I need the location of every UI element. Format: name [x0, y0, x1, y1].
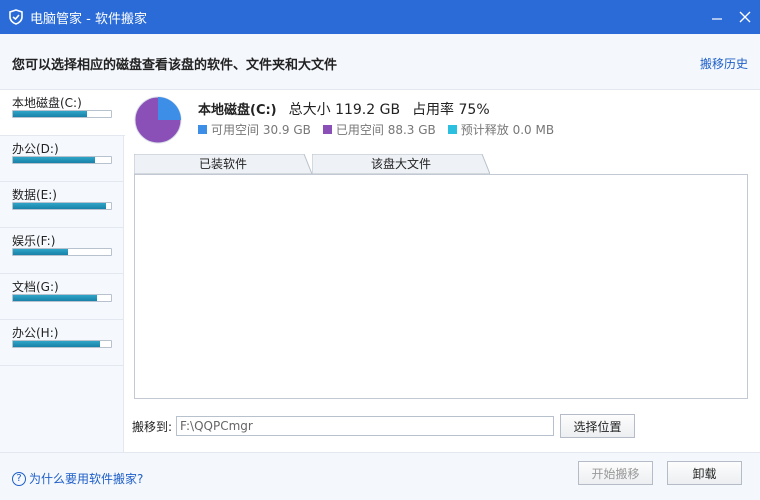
footer: ? 为什么要用软件搬家? 开始搬移 卸载	[0, 452, 760, 500]
start-move-button[interactable]: 开始搬移	[578, 461, 653, 485]
drive-label: 文档(G:)	[12, 280, 59, 294]
disk-total-size: 总大小 119.2 GB	[288, 102, 401, 118]
drive-usage-fill	[13, 157, 96, 163]
uninstall-button[interactable]: 卸载	[667, 461, 742, 485]
disk-summary: 本地磁盘(C:) 总大小 119.2 GB 占用率 75%	[198, 99, 490, 119]
estimated-release: 预计释放 0.0 MB	[460, 123, 555, 137]
title-bar: 电脑管家 - 软件搬家	[0, 0, 760, 34]
drive-label: 数据(E:)	[12, 188, 57, 202]
help-link-text: 为什么要用软件搬家?	[29, 472, 144, 486]
drive-label: 办公(H:)	[12, 326, 59, 340]
disk-usage-pie	[134, 96, 182, 144]
tab-installed-software[interactable]: 已装软件	[134, 154, 312, 174]
instruction-header: 您可以选择相应的磁盘查看该盘的软件、文件夹和大文件 搬移历史	[0, 34, 760, 90]
legend-swatch	[322, 125, 332, 134]
pie-free-slice	[158, 97, 181, 120]
drive-item-e[interactable]: 数据(E:)	[0, 182, 123, 228]
drive-usage-fill	[13, 295, 98, 301]
window-title: 电脑管家 - 软件搬家	[30, 11, 147, 27]
available-space: 可用空间 30.9 GB	[211, 123, 311, 137]
choose-location-button[interactable]: 选择位置	[560, 414, 636, 438]
drive-usage-fill	[13, 111, 87, 117]
move-target-row: 搬移到: 选择位置	[132, 414, 636, 438]
drive-usage-bar	[12, 156, 112, 164]
drive-list: 本地磁盘(C:) 办公(D:) 数据(E:) 娱乐(F:) 文档(G:) 办公(…	[0, 90, 125, 452]
disk-usage-rate: 占用率 75%	[412, 102, 490, 118]
drive-usage-fill	[13, 341, 101, 347]
tab-label: 已装软件	[198, 157, 247, 171]
legend-available: 可用空间 30.9 GB	[198, 121, 311, 138]
drive-usage-fill	[13, 203, 107, 209]
drive-usage-bar	[12, 248, 112, 256]
drive-label: 本地磁盘(C:)	[12, 96, 82, 110]
drive-usage-bar	[12, 202, 112, 210]
used-space: 已用空间 88.3 GB	[335, 123, 436, 137]
minimize-icon[interactable]	[710, 10, 724, 24]
software-list[interactable]	[134, 174, 748, 399]
drive-item-c[interactable]: 本地磁盘(C:)	[0, 90, 125, 136]
drive-usage-bar	[12, 340, 112, 348]
main-panel: 本地磁盘(C:) 总大小 119.2 GB 占用率 75% 可用空间 30.9 …	[124, 90, 760, 452]
help-link[interactable]: ? 为什么要用软件搬家?	[12, 470, 143, 487]
tab-label: 该盘大文件	[370, 157, 431, 171]
drive-usage-bar	[12, 294, 112, 302]
move-history-link[interactable]: 搬移历史	[700, 55, 748, 72]
disk-legend: 可用空间 30.9 GB 已用空间 88.3 GB 预计释放 0.0 MB	[198, 121, 554, 138]
legend-used: 已用空间 88.3 GB	[322, 121, 436, 138]
disk-name: 本地磁盘(C:)	[198, 103, 277, 118]
shield-logo-icon	[9, 9, 23, 25]
drive-usage-fill	[13, 249, 68, 255]
legend-swatch	[447, 125, 457, 134]
drive-item-f[interactable]: 娱乐(F:)	[0, 228, 123, 274]
question-icon: ?	[12, 471, 26, 486]
move-path-input[interactable]	[176, 416, 555, 436]
tab-large-files[interactable]: 该盘大文件	[312, 154, 490, 174]
legend-swatch	[198, 125, 207, 134]
drive-label: 办公(D:)	[12, 142, 59, 156]
drive-label: 娱乐(F:)	[12, 234, 56, 248]
legend-release: 预计释放 0.0 MB	[447, 121, 555, 138]
instruction-text: 您可以选择相应的磁盘查看该盘的软件、文件夹和大文件	[12, 58, 338, 73]
drive-item-g[interactable]: 文档(G:)	[0, 274, 123, 320]
drive-usage-bar	[12, 110, 112, 118]
move-to-label: 搬移到:	[132, 419, 173, 434]
drive-item-d[interactable]: 办公(D:)	[0, 136, 123, 182]
drive-item-h[interactable]: 办公(H:)	[0, 320, 123, 366]
close-icon[interactable]	[738, 10, 752, 24]
